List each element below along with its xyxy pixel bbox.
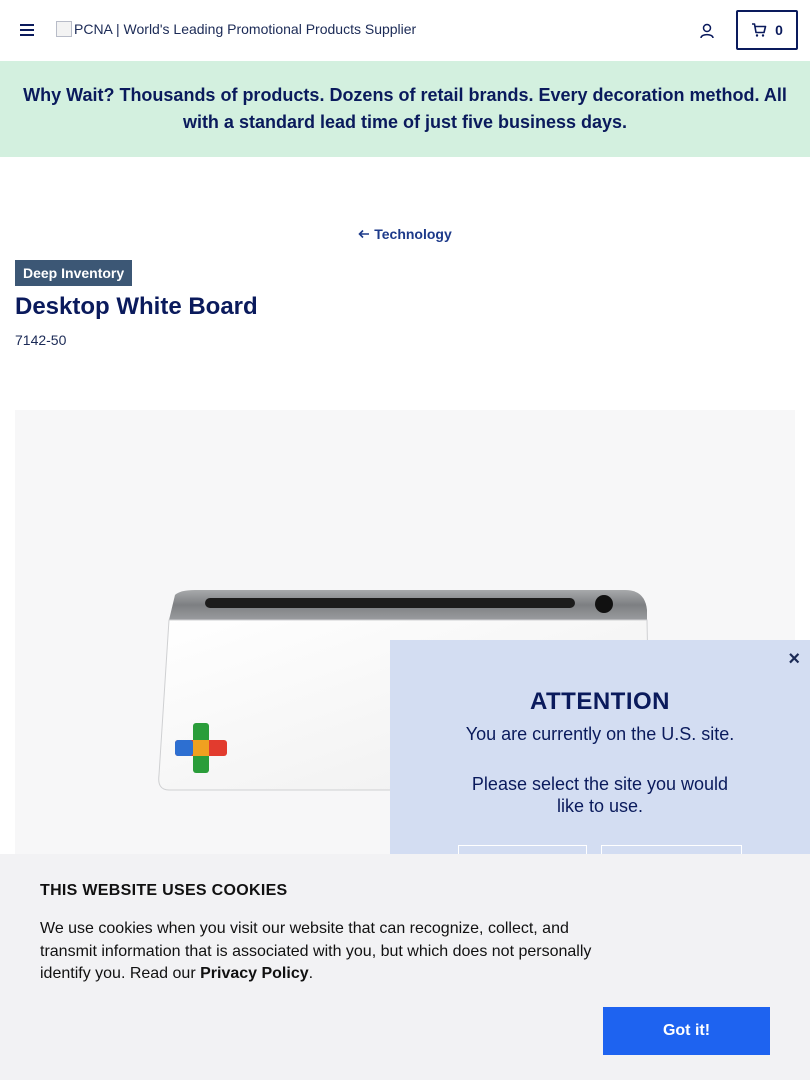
product-sku: 7142-50 [15, 332, 67, 348]
cart-count: 0 [775, 22, 783, 38]
cookie-text: We use cookies when you visit our websit… [40, 918, 600, 986]
cart-icon [752, 23, 767, 37]
back-to-category-link[interactable]: Technology [0, 226, 810, 242]
close-icon[interactable]: × [788, 648, 800, 671]
privacy-policy-link[interactable]: Privacy Policy [200, 965, 309, 982]
product-title: Desktop White Board [15, 293, 258, 320]
arrow-left-icon [358, 229, 370, 239]
user-icon[interactable] [698, 21, 718, 41]
cookie-banner: THIS WEBSITE USES COOKIES We use cookies… [0, 854, 810, 1080]
promo-text: Why Wait? Thousands of products. Dozens … [23, 85, 787, 132]
cookie-body-text: We use cookies when you visit our websit… [40, 920, 592, 982]
cookie-body-end: . [308, 965, 314, 982]
promo-banner: Why Wait? Thousands of products. Dozens … [0, 61, 810, 157]
popup-instruction-text: Please select the site you would like to… [471, 774, 729, 816]
hamburger-icon[interactable] [18, 20, 38, 40]
cart-button[interactable]: 0 [736, 10, 798, 50]
inventory-badge: Deep Inventory [15, 260, 133, 286]
popup-current-site-text: You are currently on the U.S. site. [465, 724, 735, 744]
cookie-title: THIS WEBSITE USES COOKIES [40, 882, 288, 899]
popup-title: ATTENTION [529, 688, 671, 715]
back-link-label: Technology [374, 226, 452, 242]
accept-cookies-button[interactable]: Got it! [603, 1007, 770, 1055]
logo-alt-text: PCNA | World's Leading Promotional Produ… [74, 21, 417, 37]
broken-image-icon [56, 21, 72, 37]
site-logo[interactable]: PCNA | World's Leading Promotional Produ… [56, 21, 416, 37]
site-header: PCNA | World's Leading Promotional Produ… [0, 0, 810, 61]
